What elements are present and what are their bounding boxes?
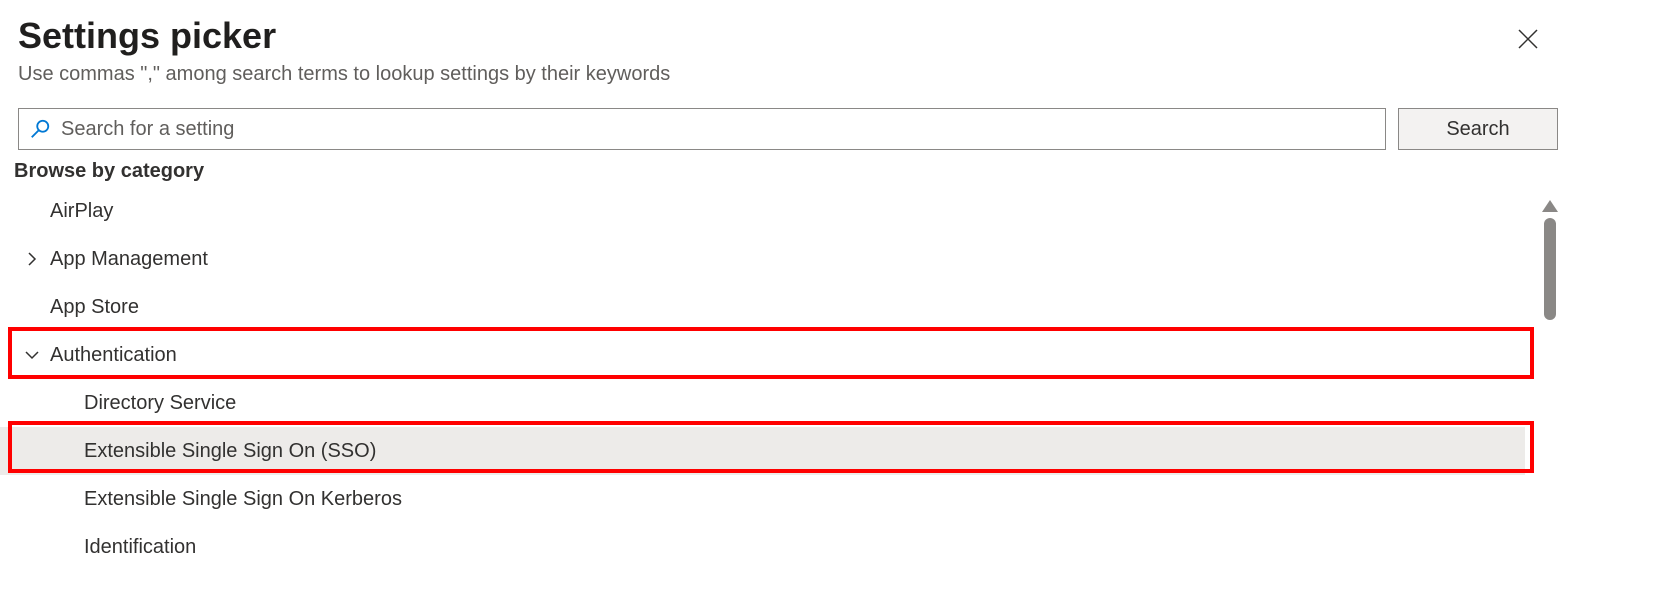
- category-airplay[interactable]: AirPlay: [0, 187, 1525, 235]
- scroll-thumb[interactable]: [1544, 218, 1556, 320]
- category-tree: AirPlay App Management App Store Authent…: [0, 183, 1658, 571]
- search-button[interactable]: Search: [1398, 108, 1558, 150]
- browse-by-category-label: Browse by category: [0, 150, 1658, 183]
- subcategory-label: Directory Service: [84, 392, 236, 415]
- category-app-management[interactable]: App Management: [0, 235, 1525, 283]
- page-subtitle: Use commas "," among search terms to loo…: [18, 63, 1640, 86]
- tree-scrollbar[interactable]: [1542, 200, 1558, 580]
- page-title: Settings picker: [18, 14, 1640, 57]
- search-box[interactable]: [18, 108, 1386, 150]
- category-label: Authentication: [50, 344, 177, 367]
- close-button[interactable]: [1510, 22, 1546, 58]
- chevron-right-icon: [22, 249, 42, 269]
- category-label: AirPlay: [50, 200, 113, 223]
- category-label: App Store: [50, 296, 139, 319]
- subcategory-label: Identification: [84, 536, 196, 559]
- subcategory-label: Extensible Single Sign On (SSO): [84, 440, 376, 463]
- close-icon: [1516, 27, 1540, 54]
- subcategory-extensible-sso[interactable]: Extensible Single Sign On (SSO): [0, 427, 1525, 475]
- subcategory-identification[interactable]: Identification: [0, 523, 1525, 571]
- search-icon: [29, 118, 51, 140]
- subcategory-directory-service[interactable]: Directory Service: [0, 379, 1525, 427]
- category-label: App Management: [50, 248, 208, 271]
- subcategory-label: Extensible Single Sign On Kerberos: [84, 488, 402, 511]
- chevron-down-icon: [22, 345, 42, 365]
- search-input[interactable]: [61, 118, 1375, 141]
- subcategory-extensible-sso-kerberos[interactable]: Extensible Single Sign On Kerberos: [0, 475, 1525, 523]
- scroll-up-icon: [1542, 200, 1558, 212]
- category-authentication[interactable]: Authentication: [0, 331, 1525, 379]
- category-app-store[interactable]: App Store: [0, 283, 1525, 331]
